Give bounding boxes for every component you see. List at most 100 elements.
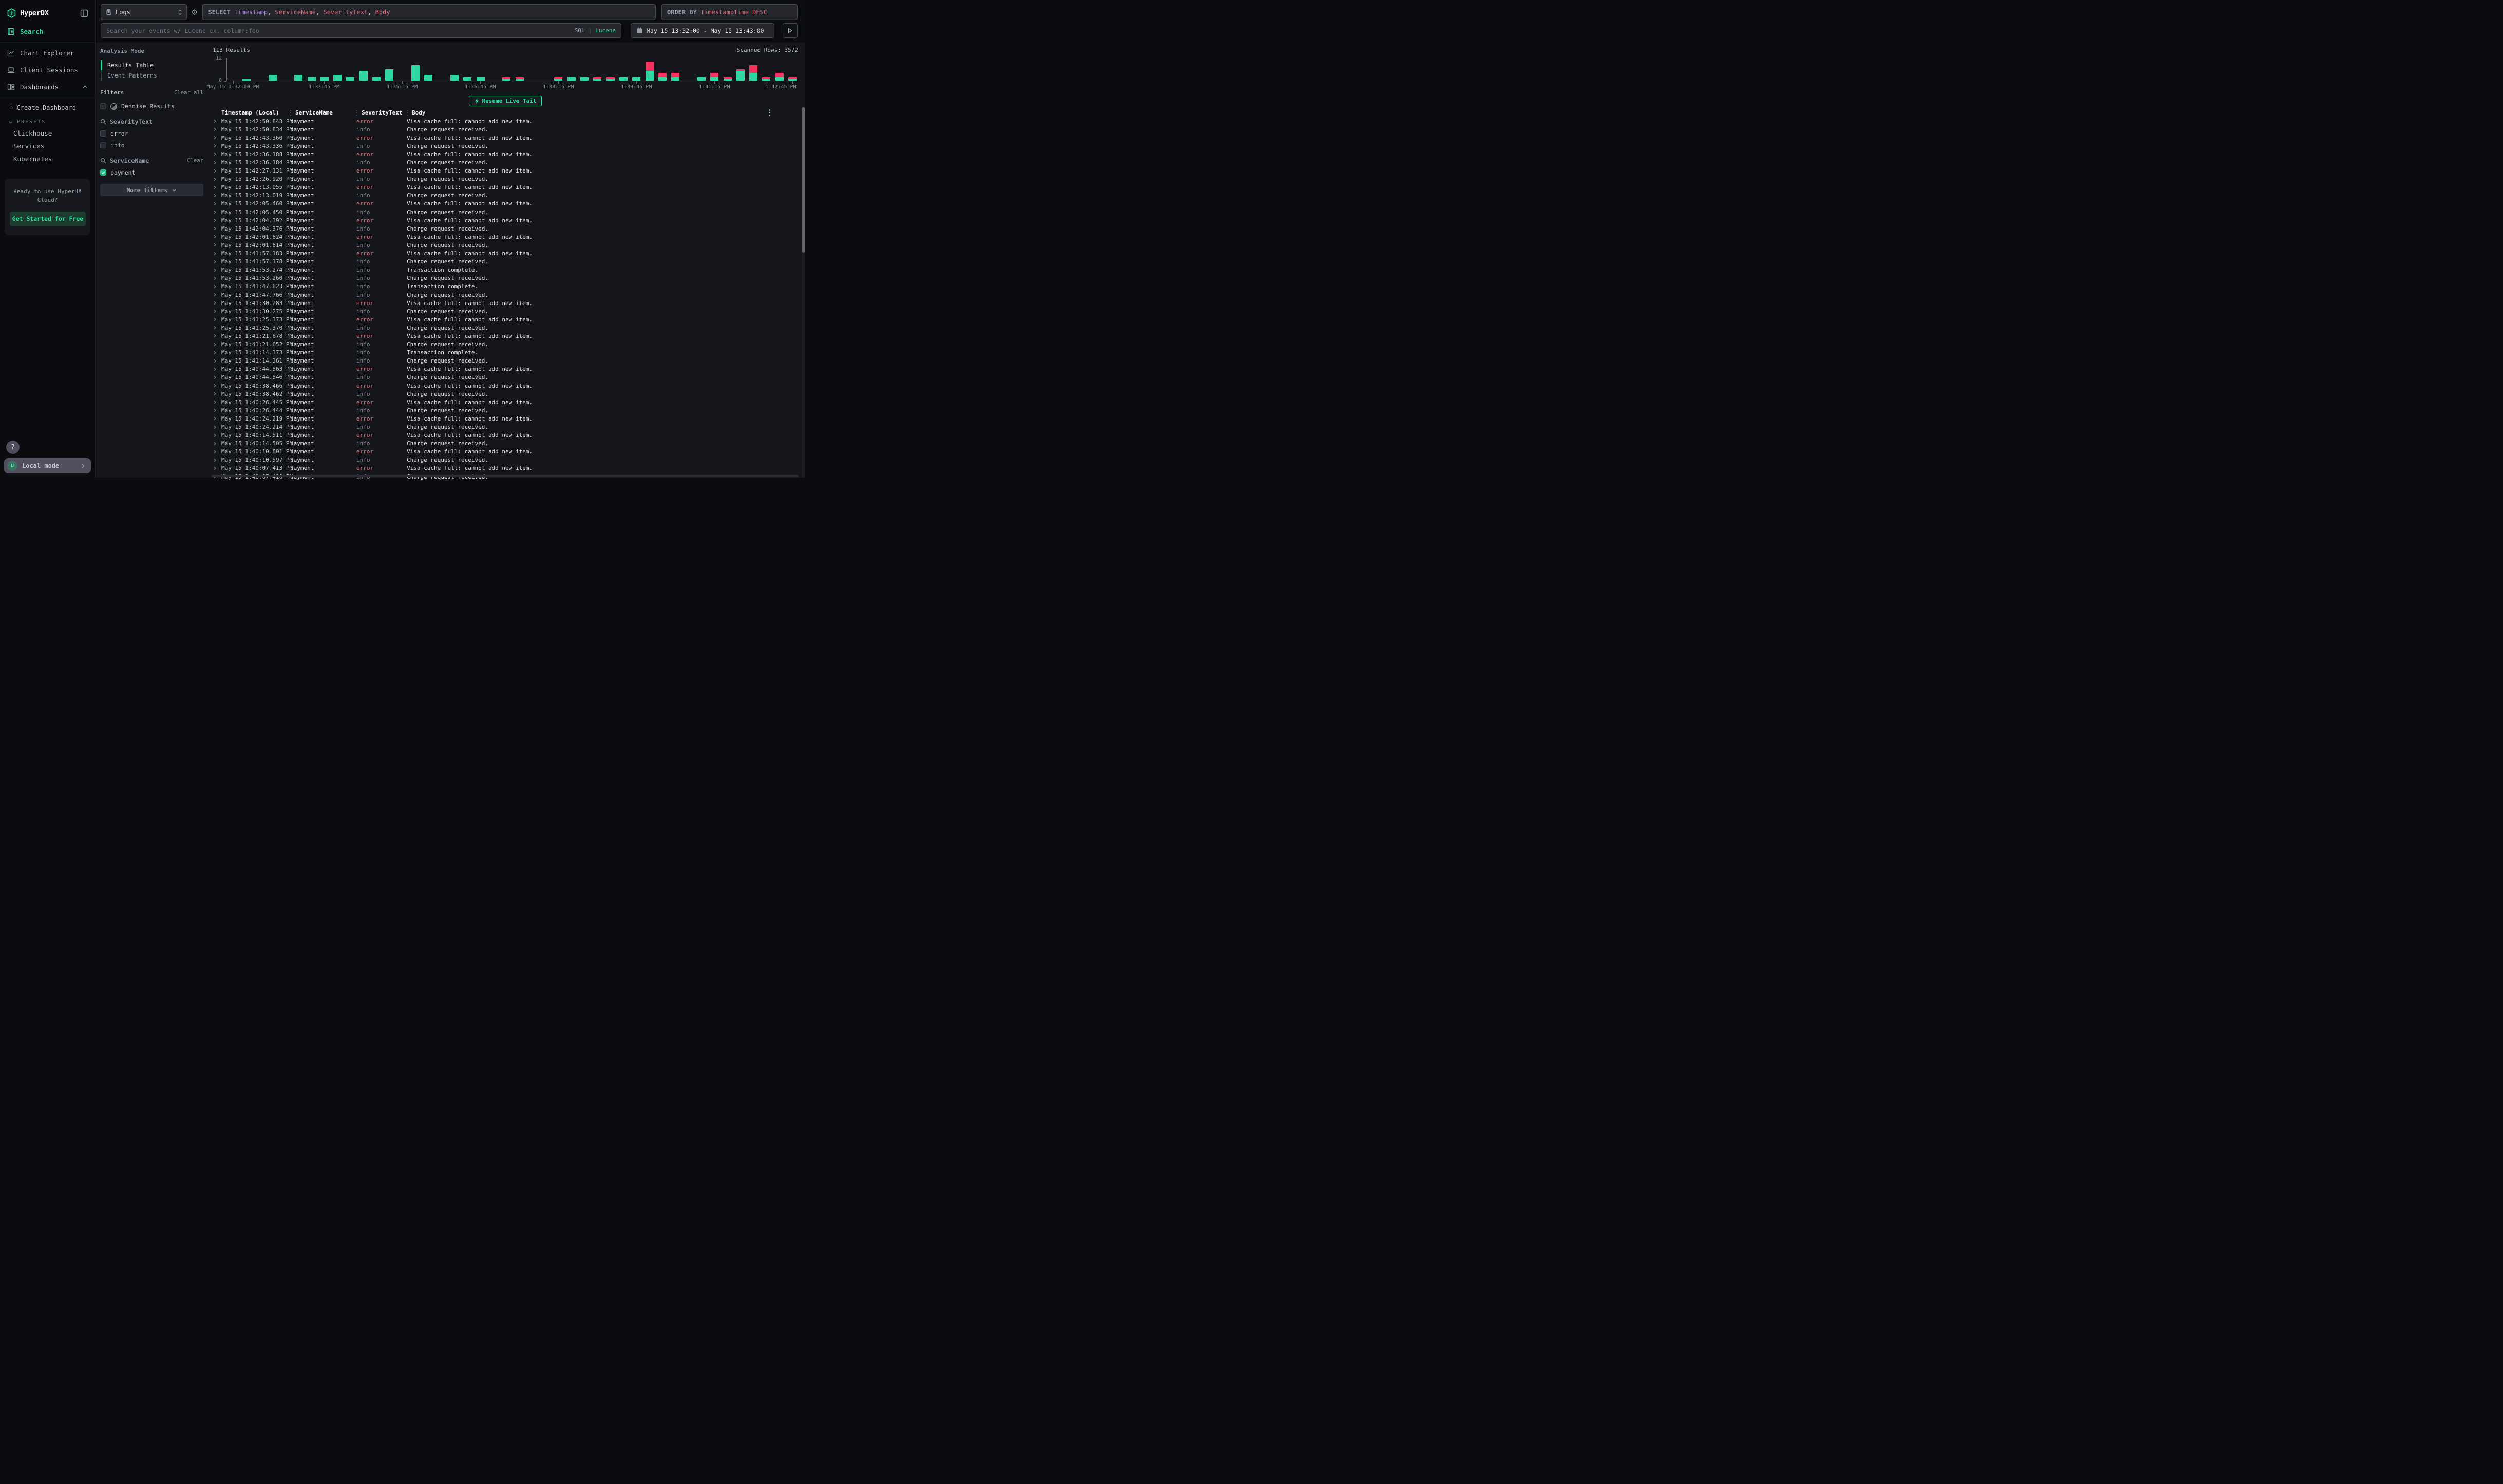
row-expand-chevron-icon[interactable] [213, 260, 221, 264]
row-expand-chevron-icon[interactable] [213, 185, 221, 189]
clear-all-button[interactable]: Clear all [174, 90, 203, 96]
row-expand-chevron-icon[interactable] [213, 359, 221, 363]
table-row[interactable]: May 15 1:40:24.214 PM payment info Charg… [212, 423, 799, 431]
row-expand-chevron-icon[interactable] [213, 127, 221, 131]
analysis-mode-option[interactable]: Results Table [101, 60, 203, 70]
row-expand-chevron-icon[interactable] [213, 458, 221, 462]
column-resize-handle[interactable] [356, 110, 357, 116]
sidebar-item-search[interactable]: Search [0, 23, 95, 40]
sql-toggle[interactable]: SQL [575, 27, 585, 34]
run-query-button[interactable] [783, 23, 798, 38]
table-row[interactable]: May 15 1:41:30.283 PM payment error Visa… [212, 299, 799, 307]
row-expand-chevron-icon[interactable] [213, 218, 221, 222]
table-row[interactable]: May 15 1:42:05.460 PM payment error Visa… [212, 200, 799, 208]
table-row[interactable]: May 15 1:40:14.511 PM payment error Visa… [212, 431, 799, 440]
row-expand-chevron-icon[interactable] [213, 301, 221, 305]
table-row[interactable]: May 15 1:41:30.275 PM payment info Charg… [212, 307, 799, 315]
table-row[interactable]: May 15 1:42:01.824 PM payment error Visa… [212, 233, 799, 241]
table-row[interactable]: May 15 1:42:50.843 PM payment error Visa… [212, 117, 799, 125]
table-row[interactable]: May 15 1:42:26.920 PM payment info Charg… [212, 175, 799, 183]
table-row[interactable]: May 15 1:40:10.601 PM payment error Visa… [212, 448, 799, 456]
table-options-kebab-icon[interactable] [769, 109, 770, 116]
source-select[interactable]: Logs [101, 4, 187, 20]
row-expand-chevron-icon[interactable] [213, 425, 221, 429]
row-expand-chevron-icon[interactable] [213, 317, 221, 321]
checkbox[interactable] [100, 142, 106, 148]
table-row[interactable]: May 15 1:42:13.055 PM payment error Visa… [212, 183, 799, 192]
row-expand-chevron-icon[interactable] [213, 136, 221, 140]
row-expand-chevron-icon[interactable] [213, 161, 221, 165]
row-expand-chevron-icon[interactable] [213, 343, 221, 347]
table-row[interactable]: May 15 1:41:53.260 PM payment info Charg… [212, 274, 799, 282]
row-expand-chevron-icon[interactable] [213, 177, 221, 181]
date-range-picker[interactable]: May 15 13:32:00 - May 15 13:43:00 [631, 23, 774, 38]
help-button[interactable]: ? [6, 441, 20, 454]
row-expand-chevron-icon[interactable] [213, 309, 221, 313]
table-row[interactable]: May 15 1:41:25.373 PM payment error Visa… [212, 315, 799, 324]
sidebar-preset-item[interactable]: Kubernetes [0, 153, 95, 165]
row-expand-chevron-icon[interactable] [213, 169, 221, 173]
row-expand-chevron-icon[interactable] [213, 334, 221, 338]
resume-live-tail-button[interactable]: Resume Live Tail [469, 96, 542, 106]
row-expand-chevron-icon[interactable] [213, 152, 221, 156]
col-timestamp[interactable]: Timestamp (Local) [221, 109, 290, 116]
table-row[interactable]: May 15 1:42:27.131 PM payment error Visa… [212, 167, 799, 175]
table-row[interactable]: May 15 1:40:44.563 PM payment error Visa… [212, 365, 799, 373]
row-expand-chevron-icon[interactable] [213, 442, 221, 446]
row-expand-chevron-icon[interactable] [213, 375, 221, 379]
denoise-option[interactable]: Denoise Results [100, 103, 203, 110]
results-histogram[interactable]: 12 0 May 15 1:32:00 PM1:33:45 PM1:35:15 … [212, 55, 799, 93]
analysis-mode-option[interactable]: Event Patterns [101, 70, 203, 81]
table-row[interactable]: May 15 1:42:36.188 PM payment error Visa… [212, 150, 799, 158]
table-row[interactable]: May 15 1:40:38.466 PM payment error Visa… [212, 382, 799, 390]
column-resize-handle[interactable] [290, 110, 291, 116]
sidebar-preset-item[interactable]: Services [0, 140, 95, 153]
sidebar-item-dashboards[interactable]: Dashboards [0, 79, 95, 96]
lucene-toggle[interactable]: Lucene [595, 27, 616, 34]
row-expand-chevron-icon[interactable] [213, 119, 221, 123]
table-row[interactable]: May 15 1:41:25.370 PM payment info Charg… [212, 324, 799, 332]
row-expand-chevron-icon[interactable] [213, 243, 221, 247]
row-expand-chevron-icon[interactable] [213, 416, 221, 421]
filter-clear-button[interactable]: Clear [187, 158, 203, 164]
sidebar-item-client-sessions[interactable]: Client Sessions [0, 62, 95, 79]
row-expand-chevron-icon[interactable] [213, 293, 221, 297]
col-servicename[interactable]: ServiceName [290, 109, 356, 116]
table-row[interactable]: May 15 1:41:47.823 PM payment info Trans… [212, 282, 799, 291]
sidebar-collapse-icon[interactable] [80, 9, 89, 18]
table-row[interactable]: May 15 1:42:13.019 PM payment info Charg… [212, 192, 799, 200]
local-mode-button[interactable]: U Local mode [4, 458, 91, 473]
denoise-checkbox[interactable] [100, 103, 106, 109]
filter-option[interactable]: payment [100, 169, 203, 176]
table-row[interactable]: May 15 1:42:05.450 PM payment info Charg… [212, 208, 799, 216]
row-expand-chevron-icon[interactable] [213, 252, 221, 256]
vertical-scrollbar[interactable] [802, 106, 805, 478]
row-expand-chevron-icon[interactable] [213, 326, 221, 330]
col-body[interactable]: Body [407, 109, 799, 116]
presets-header[interactable]: PRESETS [0, 115, 95, 127]
filter-option[interactable]: info [100, 142, 203, 149]
column-resize-handle[interactable] [407, 110, 408, 116]
table-row[interactable]: May 15 1:42:43.360 PM payment error Visa… [212, 134, 799, 142]
row-expand-chevron-icon[interactable] [213, 202, 221, 206]
scrollbar-thumb[interactable] [802, 107, 805, 253]
table-row[interactable]: May 15 1:41:57.183 PM payment error Visa… [212, 250, 799, 258]
row-expand-chevron-icon[interactable] [213, 276, 221, 280]
col-severitytext[interactable]: SeverityText [356, 109, 407, 116]
checkbox[interactable] [100, 130, 106, 137]
table-row[interactable]: May 15 1:40:24.219 PM payment error Visa… [212, 414, 799, 423]
search-input[interactable] [101, 27, 621, 34]
row-expand-chevron-icon[interactable] [213, 408, 221, 412]
row-expand-chevron-icon[interactable] [213, 144, 221, 148]
row-expand-chevron-icon[interactable] [213, 235, 221, 239]
filter-option[interactable]: error [100, 130, 203, 137]
row-expand-chevron-icon[interactable] [213, 268, 221, 272]
table-row[interactable]: May 15 1:40:10.597 PM payment info Charg… [212, 456, 799, 464]
table-row[interactable]: May 15 1:40:38.462 PM payment info Charg… [212, 390, 799, 398]
sidebar-preset-item[interactable]: Clickhouse [0, 127, 95, 140]
checkbox[interactable] [100, 169, 106, 176]
table-row[interactable]: May 15 1:42:50.834 PM payment info Charg… [212, 125, 799, 134]
order-by-input[interactable]: ORDER BY TimestampTime DESC [661, 4, 798, 20]
table-row[interactable]: May 15 1:42:04.376 PM payment info Charg… [212, 224, 799, 233]
table-row[interactable]: May 15 1:42:43.336 PM payment info Charg… [212, 142, 799, 150]
